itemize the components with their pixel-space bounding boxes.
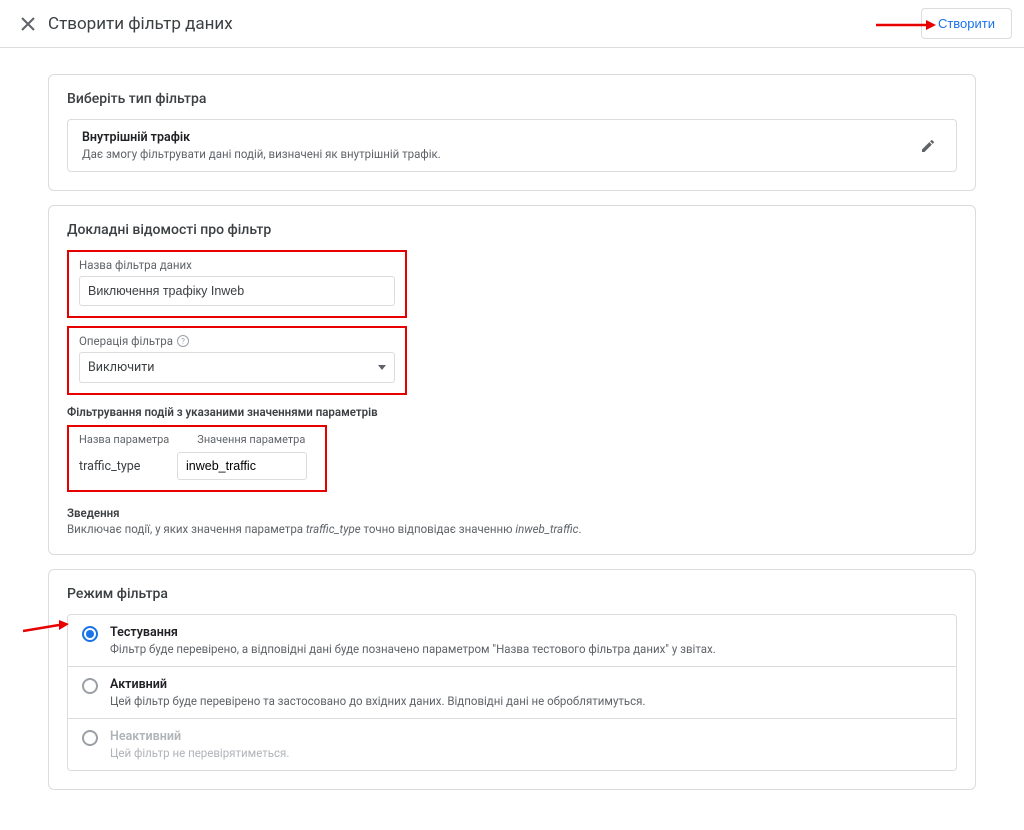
param-name-header: Назва параметра bbox=[79, 433, 169, 446]
summary-text: Виключає події, у яких значення параметр… bbox=[67, 522, 957, 536]
help-icon[interactable]: ? bbox=[177, 335, 189, 347]
edit-icon[interactable] bbox=[914, 132, 942, 160]
mode-description: Фільтр буде перевірено, а відповідні дан… bbox=[110, 642, 716, 656]
param-section-title: Фільтрування подій з указаними значенням… bbox=[67, 405, 957, 419]
card-filter-mode: Режим фільтра Тестування Фільтр буде пер… bbox=[48, 569, 976, 790]
chevron-down-icon bbox=[378, 365, 386, 370]
filter-operation-select[interactable]: Виключити bbox=[79, 352, 395, 383]
mode-title: Тестування bbox=[110, 625, 716, 640]
mode-description: Цей фільтр буде перевірено та застосован… bbox=[110, 694, 646, 708]
radio-testing[interactable] bbox=[82, 626, 98, 642]
card-title-mode: Режим фільтра bbox=[67, 586, 957, 602]
annotation-box-parameter: Назва параметра Значення параметра traff… bbox=[67, 425, 327, 492]
filter-type-option-desc: Дає змогу фільтрувати дані подій, визнач… bbox=[82, 147, 914, 161]
mode-title: Активний bbox=[110, 677, 646, 692]
mode-option-active[interactable]: Активний Цей фільтр буде перевірено та з… bbox=[67, 667, 957, 719]
param-value-input[interactable] bbox=[177, 452, 307, 480]
mode-option-testing[interactable]: Тестування Фільтр буде перевірено, а від… bbox=[67, 614, 957, 667]
dialog-header: Створити фільтр даних Створити bbox=[0, 0, 1024, 48]
summary-title: Зведення bbox=[67, 506, 957, 520]
mode-title: Неактивний bbox=[110, 729, 289, 744]
radio-active[interactable] bbox=[82, 678, 98, 694]
filter-operation-label: Операція фільтра ? bbox=[79, 334, 395, 348]
radio-inactive[interactable] bbox=[82, 730, 98, 746]
card-filter-details: Докладні відомості про фільтр Назва філь… bbox=[48, 205, 976, 555]
annotation-box-name: Назва фільтра даних bbox=[67, 250, 407, 318]
close-icon[interactable] bbox=[12, 8, 44, 40]
card-filter-type: Виберіть тип фільтра Внутрішній трафік Д… bbox=[48, 74, 976, 191]
mode-list: Тестування Фільтр буде перевірено, а від… bbox=[67, 614, 957, 771]
filter-type-option-title: Внутрішній трафік bbox=[82, 130, 914, 145]
dialog-title: Створити фільтр даних bbox=[48, 14, 233, 34]
filter-name-input[interactable] bbox=[79, 276, 395, 306]
filter-type-option[interactable]: Внутрішній трафік Дає змогу фільтрувати … bbox=[67, 119, 957, 172]
card-title-type: Виберіть тип фільтра bbox=[67, 91, 957, 107]
filter-operation-value: Виключити bbox=[88, 360, 154, 375]
create-button[interactable]: Створити bbox=[921, 8, 1012, 39]
param-name: traffic_type bbox=[79, 459, 155, 474]
mode-description: Цей фільтр не перевірятиметься. bbox=[110, 746, 289, 760]
filter-name-label: Назва фільтра даних bbox=[79, 258, 395, 272]
card-title-details: Докладні відомості про фільтр bbox=[67, 222, 957, 238]
param-value-header: Значення параметра bbox=[197, 433, 305, 446]
mode-option-inactive[interactable]: Неактивний Цей фільтр не перевірятиметьс… bbox=[67, 719, 957, 771]
annotation-box-operation: Операція фільтра ? Виключити bbox=[67, 326, 407, 395]
